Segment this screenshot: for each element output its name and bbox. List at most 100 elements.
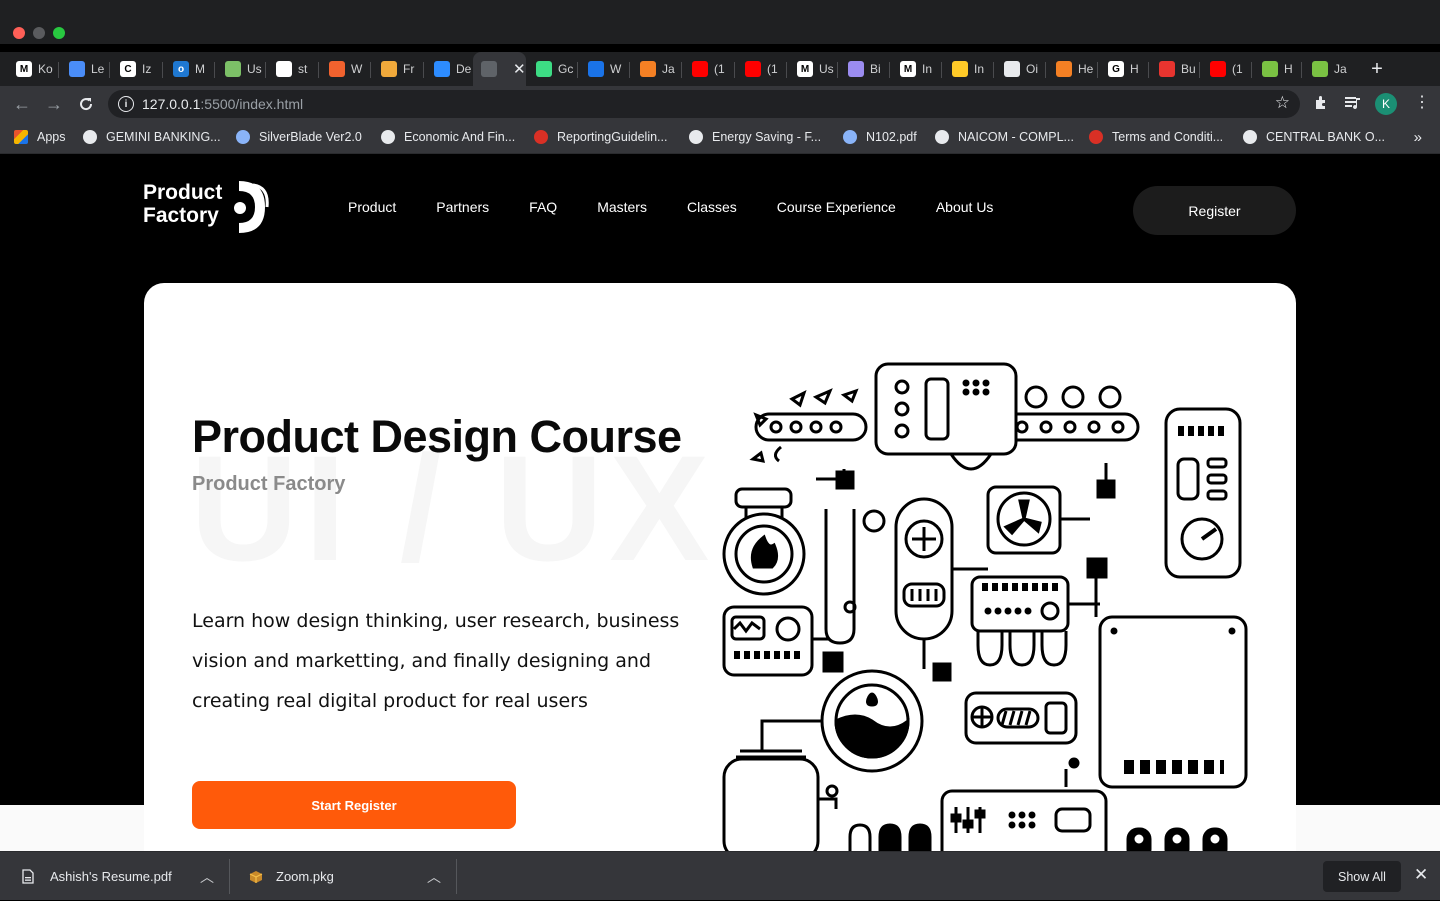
tab-label: Fr	[403, 62, 415, 76]
bookmark-star-icon[interactable]: ☆	[1275, 93, 1290, 113]
tab-divider	[629, 62, 630, 78]
browser-tab[interactable]: Fr	[373, 52, 421, 86]
package-icon	[249, 870, 263, 883]
reload-button[interactable]	[74, 92, 98, 116]
browser-tab[interactable]: Gc	[528, 52, 576, 86]
browser-tab[interactable]: (1	[684, 52, 732, 86]
tab-divider	[1301, 62, 1302, 78]
tab-divider	[1045, 62, 1046, 78]
browser-tab[interactable]: Oi	[996, 52, 1044, 86]
tab-label: De	[456, 62, 472, 76]
browser-tab[interactable]: Ja	[632, 52, 680, 86]
tab-divider	[889, 62, 890, 78]
profile-avatar[interactable]: K	[1375, 93, 1397, 115]
minimize-window-button[interactable]	[33, 27, 45, 39]
nav-link-masters[interactable]: Masters	[597, 199, 647, 215]
browser-tab[interactable]: Ja	[1304, 52, 1352, 86]
close-window-button[interactable]	[13, 27, 25, 39]
maximize-window-button[interactable]	[53, 27, 65, 39]
close-shelf-icon[interactable]: ✕	[1414, 865, 1428, 885]
close-tab-icon[interactable]: ✕	[513, 60, 526, 78]
browser-tab[interactable]: W	[321, 52, 369, 86]
globe-icon	[481, 61, 497, 77]
show-all-downloads-button[interactable]: Show All	[1323, 861, 1401, 892]
tab-divider	[318, 62, 319, 78]
browser-tab[interactable]: M Us	[789, 52, 837, 86]
address-bar[interactable]: i 127.0.0.1:5500/index.html ☆	[108, 90, 1300, 118]
download-item-zoom[interactable]: Zoom.pkg	[248, 852, 334, 901]
download-options-chevron-icon[interactable]: ︿	[427, 867, 441, 887]
chart-icon	[1004, 61, 1020, 77]
browser-tab[interactable]: st	[268, 52, 316, 86]
bookmark-item[interactable]: Terms and Conditi...	[1089, 130, 1223, 144]
browser-tab[interactable]: Us	[217, 52, 265, 86]
bookmark-label: NAICOM - COMPL...	[958, 130, 1074, 144]
bookmark-item[interactable]: Apps	[14, 130, 66, 144]
tab-divider	[162, 62, 163, 78]
bookmark-item[interactable]: SilverBlade Ver2.0	[236, 130, 362, 144]
start-register-button[interactable]: Start Register	[192, 781, 516, 829]
bookmark-item[interactable]: ReportingGuidelin...	[534, 130, 667, 144]
bookmark-item[interactable]: CENTRAL BANK O...	[1243, 130, 1385, 144]
tab-label: Us	[819, 62, 834, 76]
bookmark-label: SilverBlade Ver2.0	[259, 130, 362, 144]
site-info-icon[interactable]: i	[118, 96, 134, 112]
new-tab-button[interactable]: +	[1366, 52, 1388, 86]
media-queue-icon[interactable]	[1344, 94, 1362, 115]
bookmark-favicon-icon	[843, 130, 857, 144]
bookmark-icon	[1159, 61, 1175, 77]
laptop-icon	[69, 61, 85, 77]
tab-label: Le	[91, 62, 105, 76]
factory-machine-illustration	[722, 362, 1248, 851]
hero-subtitle: Product Factory	[192, 473, 346, 495]
bookmark-favicon-icon	[534, 130, 548, 144]
nav-link-faq[interactable]: FAQ	[529, 199, 557, 215]
browser-tab[interactable]: ✕	[473, 52, 526, 86]
browser-tab[interactable]: oM	[165, 52, 213, 86]
bookmark-item[interactable]: NAICOM - COMPL...	[935, 130, 1074, 144]
nav-link-classes[interactable]: Classes	[687, 199, 737, 215]
wc-icon	[1262, 61, 1278, 77]
browser-tab[interactable]: C Iz	[112, 52, 160, 86]
browser-tab[interactable]: (1	[737, 52, 785, 86]
forward-button[interactable]: →	[42, 92, 66, 116]
bookmark-item[interactable]: N102.pdf	[843, 130, 917, 144]
download-options-chevron-icon[interactable]: ︿	[200, 867, 214, 887]
download-item-resume[interactable]: Ashish's Resume.pdf	[22, 852, 172, 901]
tab-divider	[109, 62, 110, 78]
browser-tab[interactable]: In	[944, 52, 992, 86]
kebab-menu-icon[interactable]: ⋮	[1414, 92, 1430, 112]
bookmark-favicon-icon	[236, 130, 250, 144]
product-factory-logo[interactable]: Product Factory	[143, 181, 273, 233]
address-url[interactable]: 127.0.0.1:5500/index.html	[142, 96, 303, 112]
browser-tab[interactable]: De	[426, 52, 474, 86]
tab-label: Us	[247, 62, 262, 76]
register-button[interactable]: Register	[1133, 186, 1296, 235]
browser-tab[interactable]: He	[1048, 52, 1096, 86]
browser-tab[interactable]: M In	[892, 52, 940, 86]
back-button[interactable]: ←	[10, 92, 34, 116]
more-bookmarks-icon[interactable]: »	[1414, 129, 1422, 146]
nav-link-partners[interactable]: Partners	[436, 199, 489, 215]
bookmarks-bar: » Apps GEMINI BANKING... SilverBlade Ver2.…	[0, 122, 1440, 154]
browser-tab[interactable]: (1	[1202, 52, 1250, 86]
browser-tab[interactable]: H	[1254, 52, 1302, 86]
tab-label: Gc	[558, 62, 574, 76]
browser-tab[interactable]: M Ko	[8, 52, 56, 86]
bookmark-item[interactable]: Energy Saving - F...	[689, 130, 821, 144]
browser-tab[interactable]: W	[580, 52, 628, 86]
browser-tab[interactable]: GH	[1100, 52, 1148, 86]
browser-tab[interactable]: Bu	[1151, 52, 1199, 86]
nav-link-product[interactable]: Product	[348, 199, 396, 215]
browser-tab[interactable]: Bi	[840, 52, 888, 86]
bookmark-item[interactable]: GEMINI BANKING...	[83, 130, 221, 144]
browser-tab[interactable]: Le	[61, 52, 109, 86]
nav-link-course-experience[interactable]: Course Experience	[777, 199, 896, 215]
bookmark-item[interactable]: Economic And Fin...	[381, 130, 515, 144]
tab-divider	[1148, 62, 1149, 78]
browser-toolbar: ← → i 127.0.0.1:5500/index.html ☆ K ⋮	[0, 86, 1440, 122]
nav-link-about-us[interactable]: About Us	[936, 199, 994, 215]
tab-label: (1	[1232, 62, 1243, 76]
extensions-icon[interactable]	[1313, 94, 1330, 115]
tab-label: Bu	[1181, 62, 1196, 76]
